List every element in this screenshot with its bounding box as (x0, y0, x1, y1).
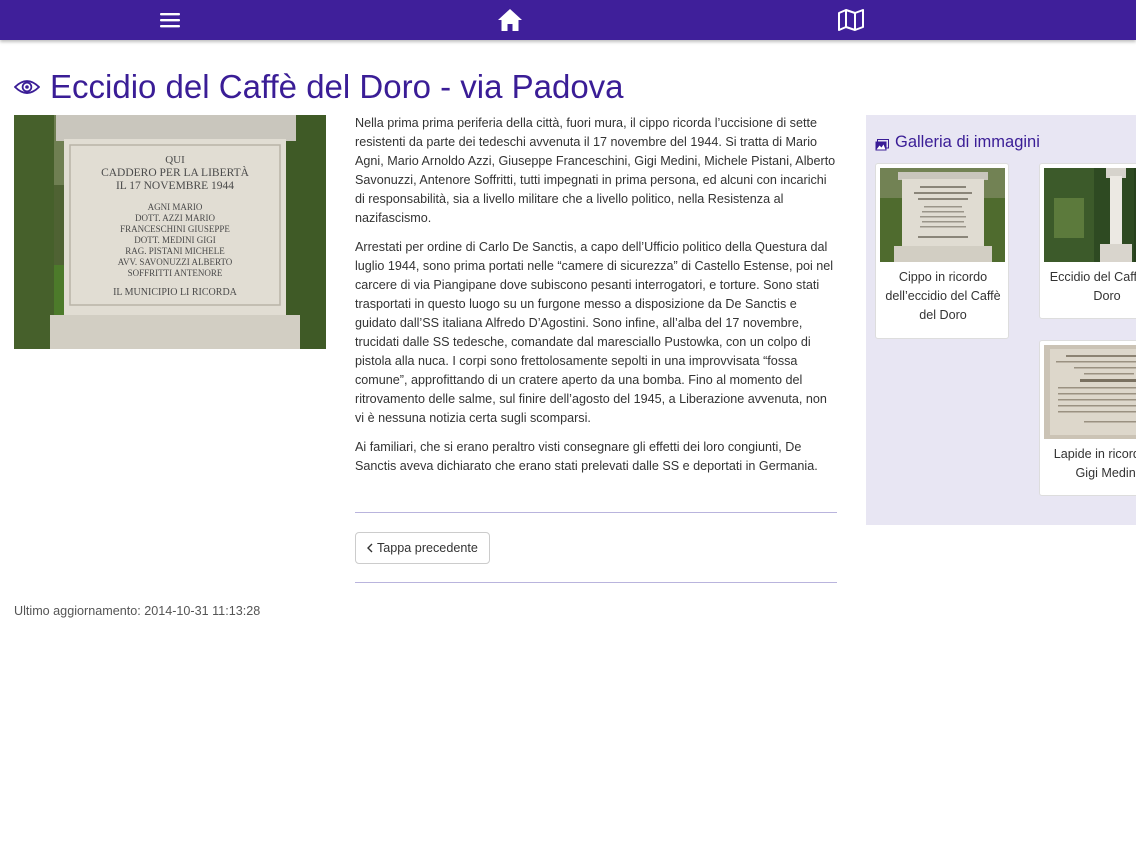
stone-line: QUI (165, 154, 185, 166)
article-paragraph: Arrestati per ordine di Carlo De Sanctis… (355, 240, 834, 425)
map-icon[interactable] (838, 7, 864, 33)
pictures-icon (875, 137, 889, 150)
previous-stop-label: Tappa precedente (377, 541, 478, 555)
stone-line: AVV. SAVONUZZI ALBERTO (118, 257, 233, 267)
article-paragraph: Ai familiari, che si erano peraltro vist… (355, 440, 818, 473)
hamburger-menu-icon[interactable] (157, 7, 183, 33)
gallery-item[interactable]: Lapide in ricordo di Gigi Medini (1039, 340, 1136, 496)
divider (355, 582, 837, 583)
stone-line: IL MUNICIPIO LI RICORDA (113, 287, 238, 298)
gallery-header: Galleria di immagini (875, 133, 1040, 152)
gallery-caption: Eccidio del Caffè del Doro (1049, 270, 1136, 303)
gallery-title: Galleria di immagini (895, 133, 1040, 151)
stone-line: DOTT. MEDINI GIGI (134, 235, 216, 245)
memorial-photo[interactable]: QUI CADDERO PER LA LIBERTÀ IL 17 NOVEMBR… (14, 115, 326, 349)
stone-line: DOTT. AZZI MARIO (135, 213, 216, 223)
top-navbar (0, 0, 1136, 40)
gallery-thumbnail (1044, 168, 1136, 262)
gallery-thumbnail (880, 168, 1005, 262)
page-title: Eccidio del Caffè del Doro - via Padova (50, 68, 624, 105)
gallery-item[interactable]: Cippo in ricordo dell’eccidio del Caffè … (875, 163, 1009, 339)
stone-line: FRANCESCHINI GIUSEPPE (120, 224, 230, 234)
previous-stop-button[interactable]: Tappa precedente (355, 532, 490, 564)
home-icon[interactable] (497, 7, 523, 33)
stone-line: RAG. PISTANI MICHELE (125, 246, 225, 256)
eye-icon (14, 77, 42, 97)
chevron-left-icon (367, 543, 373, 553)
page-header: Eccidio del Caffè del Doro - via Padova (14, 66, 624, 108)
article-paragraph: Nella prima prima periferia della città,… (355, 116, 836, 225)
stone-line: AGNI MARIO (148, 202, 203, 212)
stone-line: IL 17 NOVEMBRE 1944 (116, 180, 234, 192)
stone-line: CADDERO PER LA LIBERTÀ (101, 165, 250, 179)
divider (355, 512, 837, 513)
gallery-caption: Lapide in ricordo di Gigi Medini (1053, 447, 1136, 480)
article-body: Nella prima prima periferia della città,… (355, 114, 837, 486)
stone-line: SOFFRITTI ANTENORE (128, 268, 223, 278)
gallery-item[interactable]: Eccidio del Caffè del Doro (1039, 163, 1136, 319)
gallery-thumbnail (1044, 345, 1136, 439)
last-updated: Ultimo aggiornamento: 2014-10-31 11:13:2… (14, 604, 261, 618)
gallery-caption: Cippo in ricordo dell’eccidio del Caffè … (885, 270, 1001, 322)
image-gallery: Galleria di immagini Cippo in ricordo de… (866, 115, 1136, 525)
